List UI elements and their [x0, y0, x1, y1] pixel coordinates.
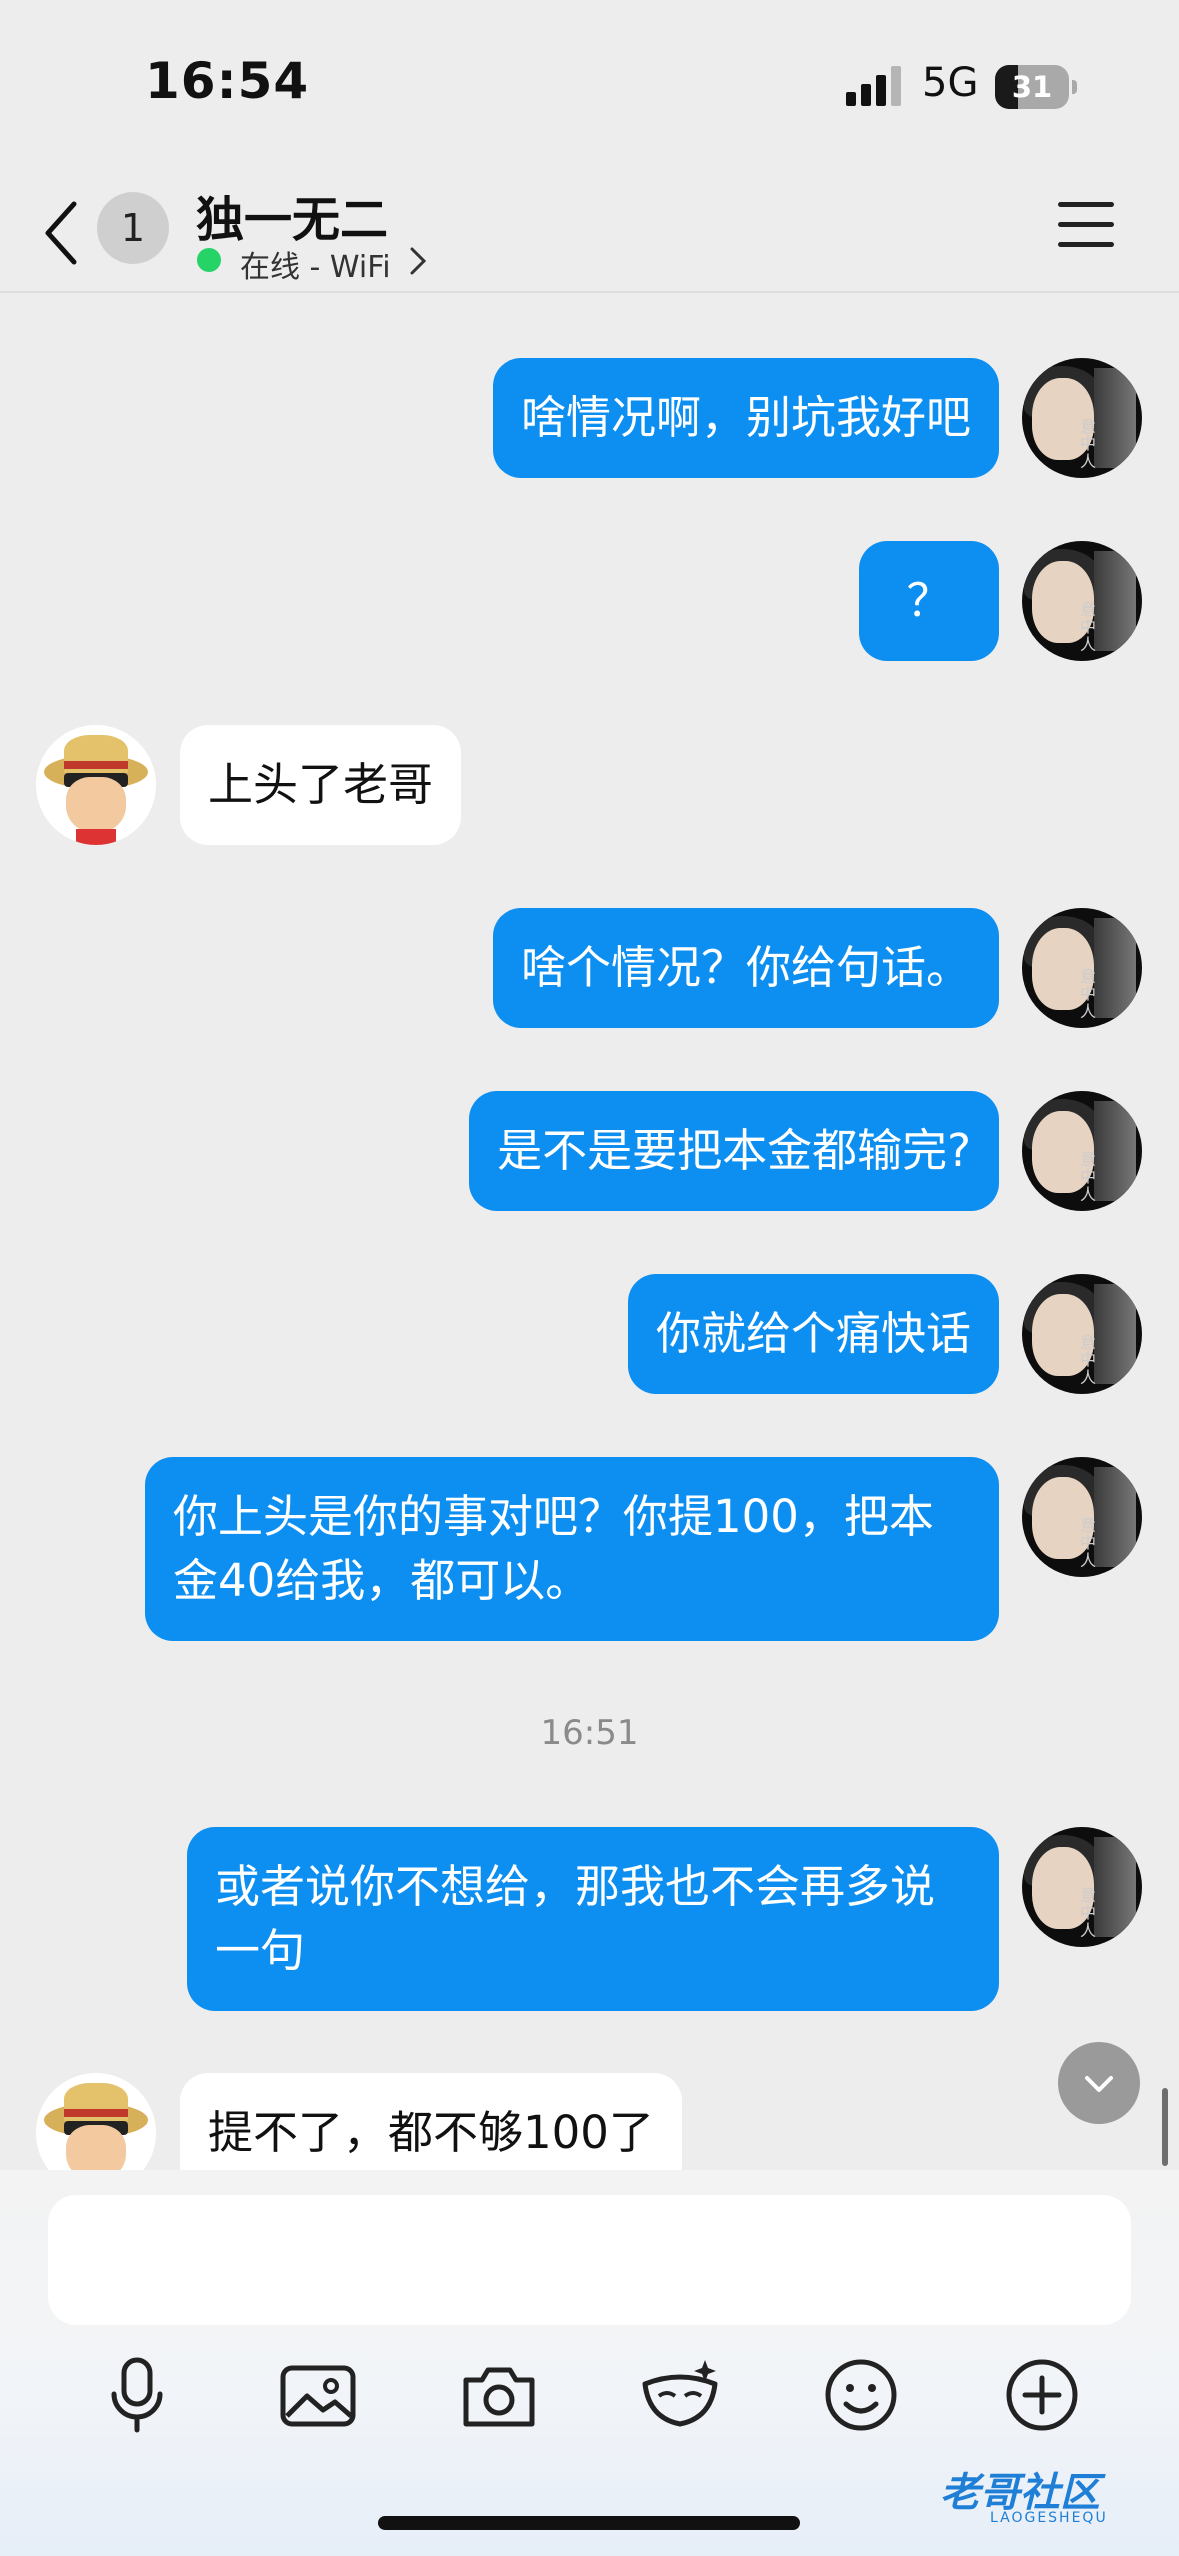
back-icon[interactable] — [40, 198, 84, 268]
scroll-to-bottom-button[interactable] — [1058, 2042, 1140, 2124]
composer-toolbar — [0, 2350, 1179, 2470]
message-bubble-sent[interactable]: 你上头是你的事对吧？你提100，把本金40给我，都可以。 — [145, 1457, 999, 1641]
battery-icon: 31 — [995, 65, 1077, 109]
message-bubble-sent[interactable]: 啥情况啊，别坑我好吧 — [492, 358, 999, 478]
time-separator: 16:51 — [540, 1713, 639, 1753]
message-bubble-sent[interactable]: 你就给个痛快话 — [627, 1274, 999, 1394]
plus-icon[interactable] — [997, 2350, 1087, 2440]
online-status[interactable]: 在线 - WiFi — [240, 242, 391, 286]
sticker-icon[interactable] — [635, 2350, 725, 2440]
message-input[interactable] — [48, 2195, 1131, 2325]
my-avatar[interactable]: 意中人 — [1022, 541, 1142, 661]
message-bubble-sent[interactable]: 啥个情况？你给句话。 — [492, 908, 999, 1028]
my-avatar[interactable]: 意中人 — [1022, 358, 1142, 478]
status-bar: 16:54 5G 31 — [0, 0, 1179, 170]
contact-avatar[interactable] — [36, 2073, 156, 2170]
message-bubble-sent[interactable]: 是不是要把本金都输完? — [469, 1091, 999, 1211]
emoji-icon[interactable] — [816, 2350, 906, 2440]
message-bubble-received[interactable]: 提不了，都不够100了 — [180, 2073, 682, 2170]
message-list: 意中人 啥情况啊，别坑我好吧 意中人 ？ 上头了老哥 意中人 啥个情况？你给句话… — [0, 293, 1179, 2170]
menu-icon[interactable] — [1058, 202, 1114, 252]
my-avatar[interactable]: 意中人 — [1022, 1827, 1142, 1947]
chevron-right-icon[interactable] — [408, 246, 428, 276]
message-bubble-sent[interactable]: 或者说你不想给，那我也不会再多说一句 — [187, 1827, 999, 2011]
watermark-subtitle: LAOGESHEQU — [990, 2510, 1108, 2526]
my-avatar[interactable]: 意中人 — [1022, 908, 1142, 1028]
chat-header: 1 独一无二 在线 - WiFi — [0, 170, 1179, 293]
my-avatar[interactable]: 意中人 — [1022, 1457, 1142, 1577]
unread-badge[interactable]: 1 — [97, 192, 169, 264]
signal-icon — [846, 66, 901, 106]
chevron-down-icon — [1085, 2076, 1113, 2092]
scrollbar[interactable] — [1162, 2088, 1168, 2166]
camera-icon[interactable] — [454, 2350, 544, 2440]
image-icon[interactable] — [273, 2350, 363, 2440]
status-time: 16:54 — [145, 52, 310, 110]
contact-avatar[interactable] — [36, 725, 156, 845]
message-bubble-received[interactable]: 上头了老哥 — [180, 725, 462, 845]
home-indicator[interactable] — [378, 2516, 800, 2530]
battery-level: 31 — [1011, 70, 1053, 104]
my-avatar[interactable]: 意中人 — [1022, 1091, 1142, 1211]
microphone-icon[interactable] — [92, 2350, 182, 2440]
my-avatar[interactable]: 意中人 — [1022, 1274, 1142, 1394]
online-status-icon — [197, 248, 221, 272]
network-type: 5G — [922, 60, 979, 106]
message-bubble-sent[interactable]: ？ — [859, 541, 999, 661]
contact-name[interactable]: 独一无二 — [196, 180, 388, 250]
